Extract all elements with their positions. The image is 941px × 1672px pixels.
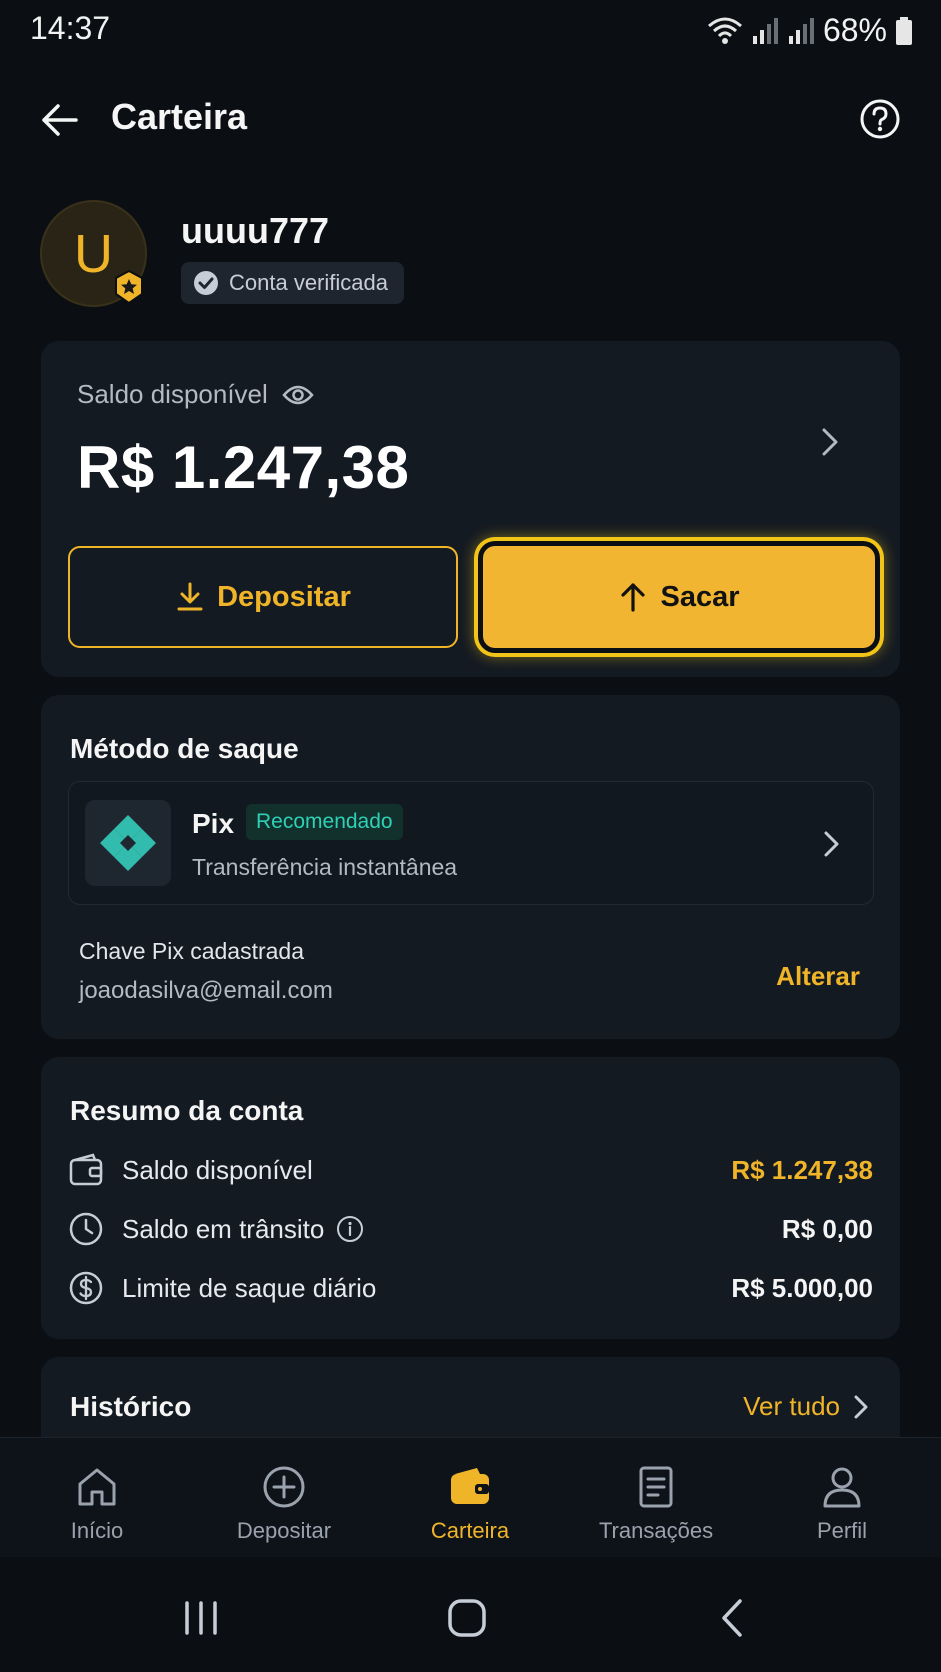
recent-apps-icon[interactable] [171,1593,231,1643]
pix-key-label: Chave Pix cadastrada [79,938,305,964]
app-header: Carteira [0,84,941,154]
verified-badge: Conta verificada [181,262,404,304]
help-icon[interactable] [859,98,901,140]
see-all-label: Ver tudo [743,1391,840,1421]
download-icon [177,582,203,611]
eye-icon[interactable] [282,383,314,407]
nav-item-profile[interactable]: Perfil [748,1438,936,1558]
back-nav-icon[interactable] [704,1593,764,1643]
wallet-icon [451,1468,489,1504]
pix-logo [85,800,171,886]
signal-icon-2 [788,17,814,44]
balance-card: Saldo disponível R$ 1.247,38 Depositar S… [41,341,900,677]
document-icon [639,1466,673,1508]
nav-item-home[interactable]: Início [3,1438,191,1558]
back-arrow-icon[interactable] [38,98,82,142]
wifi-icon [707,17,742,44]
username: uuuu777 [181,210,330,251]
chevron-right-icon[interactable] [814,425,844,459]
withdraw-label: Sacar [660,580,740,613]
nav-item-transactions[interactable]: Transações [562,1438,750,1558]
status-time: 14:37 [30,10,111,46]
history-card: Histórico Ver tudo [41,1357,900,1437]
method-title: Método de saque [70,733,299,764]
summary-value: R$ 5.000,00 [731,1272,873,1303]
withdraw-method-card: Método de saque Pix Recomendado Transfer… [41,695,900,1039]
balance-label: Saldo disponível [77,379,268,409]
dollar-icon [69,1271,103,1305]
plus-circle-icon [263,1466,305,1508]
wallet-icon [69,1153,103,1186]
change-key-button[interactable]: Alterar [776,961,860,992]
verified-label: Conta verificada [229,270,388,295]
summary-row-transit: Saldo em trânsito R$ 0,00 [68,1209,873,1249]
home-button-icon[interactable] [438,1593,498,1643]
page-title: Carteira [111,96,248,137]
arrow-up-icon [621,583,646,612]
summary-label: Saldo disponível [122,1154,313,1185]
status-indicators: 68% [707,12,913,49]
summary-title: Resumo da conta [70,1095,304,1126]
nav-label: Início [70,1518,124,1543]
nav-item-deposit[interactable]: Depositar [190,1438,378,1558]
pix-name: Pix [192,808,235,839]
account-summary-card: Resumo da conta Saldo disponível R$ 1.24… [41,1057,900,1339]
wallet-screen: 14:37 68% Carteira U uuuu777 Conta verif… [0,0,941,1672]
summary-label-row: Saldo em trânsito [122,1214,364,1245]
status-bar: 14:37 68% [0,0,941,60]
summary-label: Limite de saque diário [122,1272,377,1303]
system-nav-bar [0,1557,941,1672]
nav-label: Perfil [816,1518,868,1543]
deposit-button[interactable]: Depositar [68,546,458,648]
signal-icon [752,17,778,44]
pix-icon [100,815,156,871]
balance-amount: R$ 1.247,38 [77,434,410,501]
summary-row-available: Saldo disponível R$ 1.247,38 [68,1150,873,1190]
nav-item-wallet[interactable]: Carteira [376,1438,564,1558]
avatar-letter: U [74,223,113,284]
recommended-badge: Recomendado [246,804,403,840]
balance-label-row: Saldo disponível [77,379,314,410]
star-badge-icon [115,270,143,304]
history-title: Histórico [70,1391,192,1422]
info-icon[interactable] [336,1215,364,1243]
nav-label: Transações [598,1518,714,1543]
pix-method-row[interactable]: Pix Recomendado Transferência instantâne… [68,781,874,905]
chevron-right-icon [854,1395,868,1418]
pix-description: Transferência instantânea [192,854,458,880]
battery-percent: 68% [822,12,887,48]
battery-icon [896,16,912,45]
see-all-link[interactable]: Ver tudo [743,1391,870,1422]
nav-label: Carteira [430,1518,510,1543]
user-icon [823,1467,861,1508]
pix-key-value: joaodasilva@email.com [79,977,333,1004]
chevron-right-icon [824,831,839,857]
withdraw-button[interactable]: Sacar [483,546,875,648]
bottom-nav: Início Depositar Carteira Transações Per… [0,1437,941,1557]
nav-label: Depositar [236,1518,332,1543]
profile-section: U uuuu777 Conta verificada [40,198,900,308]
clock-icon [69,1212,103,1246]
summary-label: Saldo em trânsito [122,1213,325,1244]
summary-value: R$ 0,00 [781,1213,873,1244]
deposit-label: Depositar [217,580,351,613]
home-icon [78,1468,116,1506]
summary-row-limit: Limite de saque diário R$ 5.000,00 [68,1268,873,1308]
check-circle-icon [194,271,218,295]
summary-value: R$ 1.247,38 [731,1154,873,1185]
